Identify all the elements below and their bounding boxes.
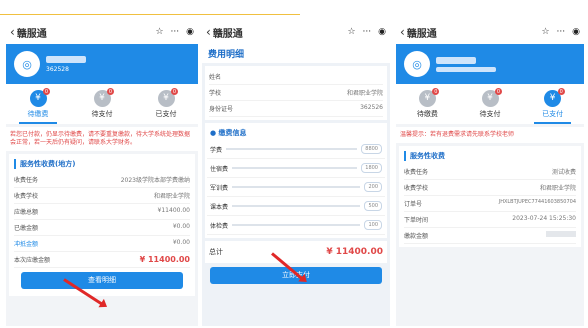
info-row: 订单号 JHXLBTJUPEC77441603850704: [404, 196, 576, 212]
fee-card: 服务性收费(地方) 收费任务 2023级学院本部学费缴纳 收费学校 和君职业学院 应…: [9, 154, 195, 296]
app-title: 赣服通: [212, 28, 243, 40]
user-banner: ◎: [396, 44, 584, 84]
tab-bar: 0 ¥ 待缴费 0 ¥ 待支付 0 ¥ 已支付: [6, 84, 198, 124]
info-row: 收费任务 测试收费: [404, 164, 576, 180]
fee-item: 学费 8800: [207, 140, 385, 159]
total-row: 总计 ¥ 11400.00: [205, 241, 387, 263]
nav-bar: ‹ 赣服通 ☆ ··· ◉: [6, 20, 198, 44]
app-title: 赣服通: [16, 28, 47, 40]
screen-fee-details: ‹ 赣服通 ☆ ··· ◉ 费用明细 姓名 学校 和君职业学院 身份证号 36252…: [202, 20, 390, 326]
more-icon[interactable]: ···: [363, 27, 372, 37]
target-icon[interactable]: ◉: [378, 27, 386, 37]
card-title: 服务性收费: [404, 151, 576, 161]
card-title: 服务性收费(地方): [14, 159, 190, 169]
items-title: ● 缴费信息: [210, 129, 247, 137]
info-row: 身份证号 362526: [209, 101, 383, 117]
info-row: 应缴总额 ¥11400.00: [14, 204, 190, 220]
nav-bar: ‹ 赣服通 ☆ ··· ◉: [396, 20, 584, 44]
screen-unpaid: ‹ 赣服通 ☆ ··· ◉ ◎ 362528 0 ¥ 待缴费 0 ¥ 待支付 0…: [6, 20, 198, 326]
back-icon[interactable]: ‹: [206, 25, 211, 39]
info-row: 收费任务 2023级学院本部学费缴纳: [14, 172, 190, 188]
tab-badge: 0: [171, 88, 178, 95]
screen-paid: ‹ 赣服通 ☆ ··· ◉ ◎ 0 ¥ 待缴费 0 ¥ 待支付 0 ¥ 已支付 …: [396, 20, 584, 326]
tab-badge: 0: [557, 88, 565, 95]
back-icon[interactable]: ‹: [10, 25, 15, 39]
tab-label: 待缴费: [27, 109, 49, 118]
fee-item: 体检费 100: [207, 216, 385, 235]
warning-text: 温馨提示：若有退费需求请先联系学校老师: [396, 127, 584, 143]
tab-badge: 0: [43, 88, 50, 95]
nav-bar: ‹ 赣服通 ☆ ··· ◉: [202, 20, 390, 44]
info-row: 收费学校 和君职业学院: [14, 188, 190, 204]
app-title: 赣服通: [406, 28, 437, 40]
more-icon[interactable]: ···: [171, 27, 180, 37]
tab-pending[interactable]: 0 ¥ 待支付: [459, 84, 522, 124]
tab-label: 已支付: [155, 109, 177, 118]
fee-item: 军训费 200: [207, 178, 385, 197]
info-row: 下单时间 2023-07-24 15:25:30: [404, 212, 576, 228]
top-divider: [0, 14, 300, 15]
info-row: 收费学校 和君职业学院: [404, 180, 576, 196]
info-row: 冲抵金额 ¥0.00: [14, 236, 190, 252]
tab-paid[interactable]: 0 ¥ 已支付: [134, 84, 198, 124]
user-id-masked: [436, 66, 496, 72]
star-icon[interactable]: ☆: [541, 27, 549, 37]
tab-label: 待支付: [91, 109, 113, 118]
more-icon[interactable]: ···: [557, 27, 566, 37]
tab-badge: 0: [495, 88, 502, 95]
tab-bar: 0 ¥ 待缴费 0 ¥ 待支付 0 ¥ 已支付: [396, 84, 584, 124]
info-row: 学校 和君职业学院: [209, 85, 383, 101]
target-icon[interactable]: ◉: [572, 27, 580, 37]
target-icon[interactable]: ◉: [186, 27, 194, 37]
tab-badge: 0: [432, 88, 440, 95]
info-row: 姓名: [209, 69, 383, 85]
star-icon[interactable]: ☆: [155, 27, 163, 37]
avatar: ◎: [404, 51, 430, 77]
personal-info: 姓名 学校 和君职业学院 身份证号 362526: [205, 66, 387, 120]
user-name-masked: [436, 56, 476, 64]
view-details-button[interactable]: 查看明细: [21, 272, 183, 289]
fee-item: 课本费 500: [207, 197, 385, 216]
user-name-masked: [46, 55, 86, 63]
tab-unpaid[interactable]: 0 ¥ 待缴费: [6, 84, 70, 124]
page-title: 费用明细: [202, 44, 390, 63]
info-row: 已缴金额 ¥0.00: [14, 220, 190, 236]
fee-card: 服务性收费 收费任务 测试收费 收费学校 和君职业学院 订单号 JHXLBTJUPEC…: [399, 146, 581, 247]
user-id: 362528: [46, 65, 69, 73]
fee-items: ● 缴费信息 学费 8800 住宿费 1800 军训费 200 课本费 500 体检费 1…: [205, 123, 387, 238]
back-icon[interactable]: ‹: [400, 25, 405, 39]
amount-due-row: 本次应缴金额 ¥ 11400.00: [14, 252, 190, 268]
avatar: ◎: [14, 51, 40, 77]
tab-label: 待支付: [479, 109, 501, 118]
tab-label: 待缴费: [416, 109, 438, 118]
tab-pending[interactable]: 0 ¥ 待支付: [70, 84, 134, 124]
warning-text: 若您已付款，仍显示待缴费，请不要重复缴款，待大学系统处理数据会正常，若一天后仍有…: [6, 127, 198, 151]
tab-unpaid[interactable]: 0 ¥ 待缴费: [396, 84, 459, 124]
star-icon[interactable]: ☆: [347, 27, 355, 37]
tab-paid[interactable]: 0 ¥ 已支付: [521, 84, 584, 124]
user-banner: ◎ 362528: [6, 44, 198, 84]
info-row: 缴款金额: [404, 228, 576, 244]
tab-badge: 0: [107, 88, 114, 95]
fee-item: 住宿费 1800: [207, 159, 385, 178]
tab-label: 已支付: [542, 109, 564, 118]
